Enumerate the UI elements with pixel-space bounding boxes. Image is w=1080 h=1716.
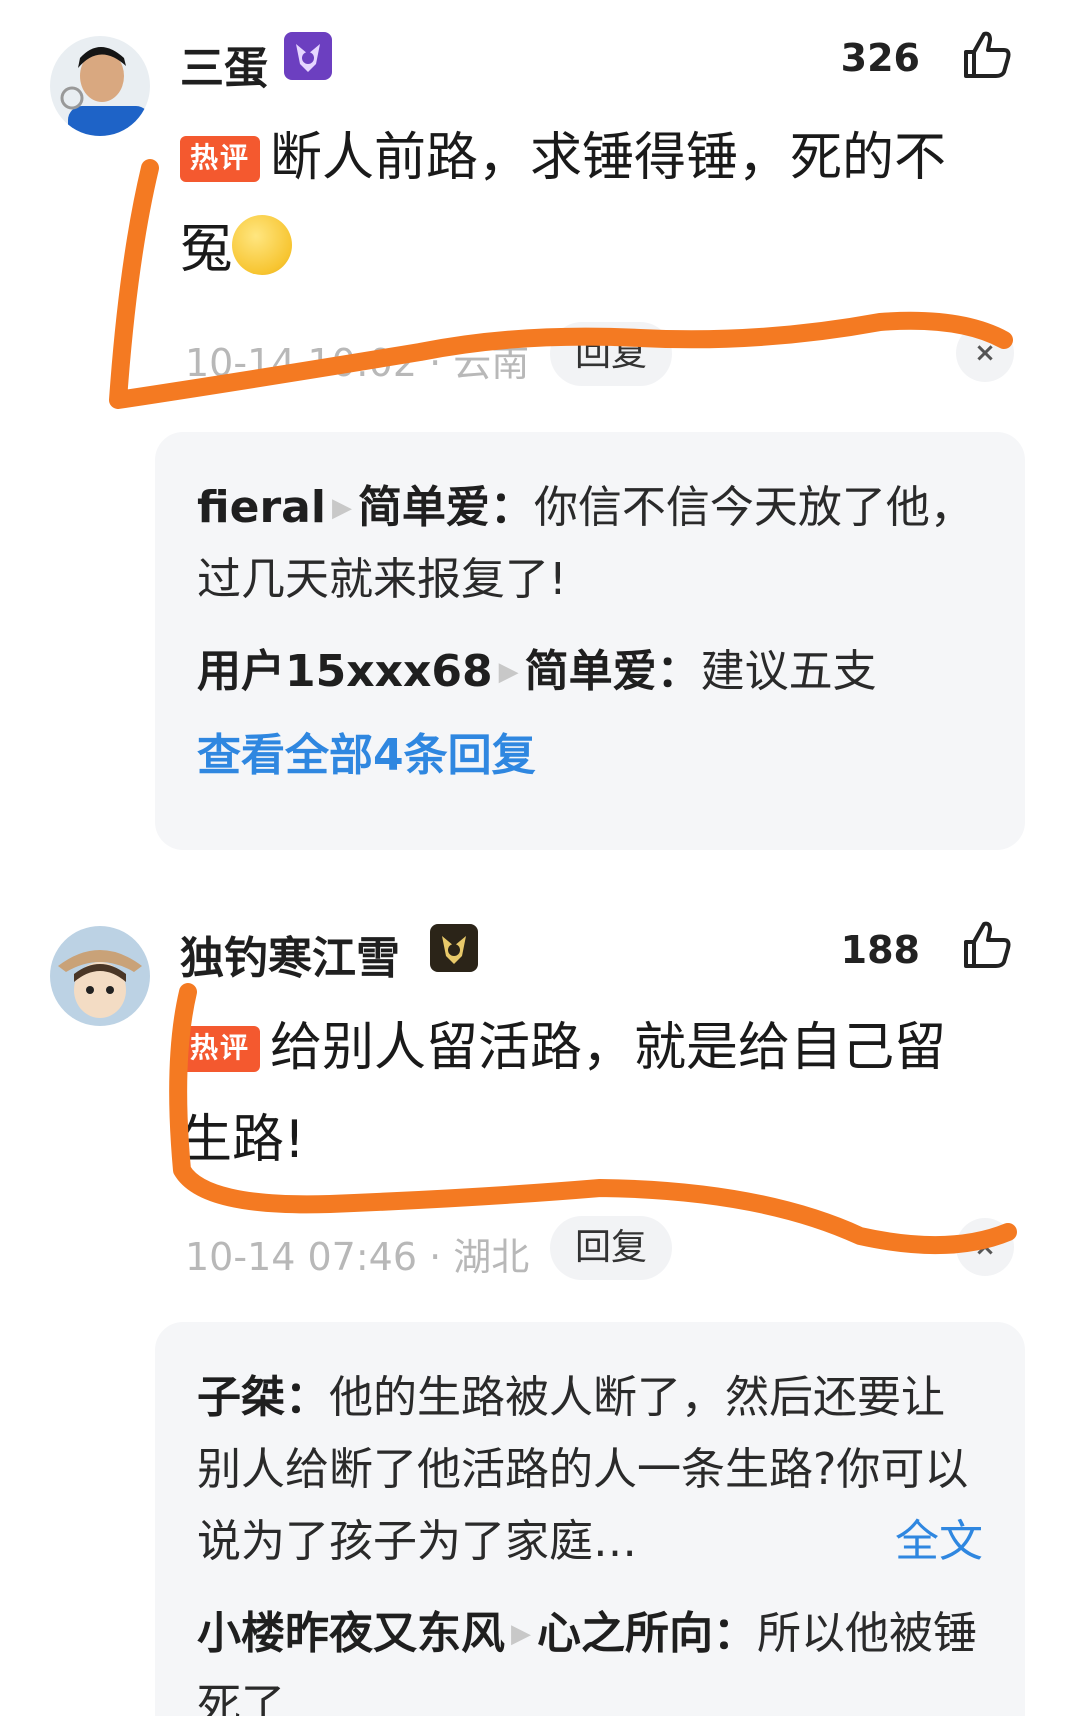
reply-item[interactable]: 子桀：他的生路被人断了，然后还要让别人给断了他活路的人一条生路?你可以说为了孩子… — [197, 1362, 983, 1578]
reply-item[interactable]: 小楼昨夜又东风 ▶ 心之所向：所以他被锤死了 — [197, 1598, 983, 1716]
reply-from[interactable]: fieral — [197, 482, 326, 533]
reply-box: fieral ▶ 简单爱：你信不信今天放了他，过几天就来报复了! 用户15xxx68… — [155, 432, 1025, 850]
medal-badge-icon — [430, 924, 478, 972]
view-all-replies-link[interactable]: 查看全部4条回复 — [197, 720, 983, 792]
arrow-right-icon: ▶ — [511, 1619, 531, 1649]
smile-emoji-icon — [232, 215, 293, 275]
thumbs-up-icon[interactable] — [960, 28, 1014, 82]
avatar[interactable] — [50, 926, 150, 1026]
reply-item[interactable]: fieral ▶ 简单爱：你信不信今天放了他，过几天就来报复了! — [197, 472, 983, 616]
comment-text: 热评 给别人留活路，就是给自己留生路! — [180, 1002, 980, 1186]
reply-to[interactable]: 简单爱 — [525, 646, 657, 697]
colon: ： — [713, 1608, 757, 1659]
comment-text: 热评 断人前路，求锤得锤，死的不冤 — [180, 112, 980, 296]
time-location: 10-14 07:46 · 湖北 — [185, 1235, 530, 1279]
reply-to[interactable]: 简单爱 — [358, 482, 490, 533]
reply-item[interactable]: 用户15xxx68 ▶ 简单爱：建议五支 — [197, 636, 983, 708]
reply-text: 建议五支 — [700, 646, 877, 697]
arrow-right-icon: ▶ — [331, 493, 352, 523]
colon: ： — [489, 482, 534, 533]
arrow-right-icon: ▶ — [498, 657, 519, 687]
reply-box: 子桀：他的生路被人断了，然后还要让别人给断了他活路的人一条生路?你可以说为了孩子… — [155, 1322, 1025, 1716]
close-icon[interactable]: × — [956, 324, 1014, 382]
avatar[interactable] — [50, 36, 150, 136]
thumbs-up-icon[interactable] — [960, 918, 1014, 972]
colon: ： — [656, 646, 701, 697]
colon: ： — [285, 1372, 329, 1423]
reply-button[interactable]: 回复 — [550, 1216, 672, 1280]
reply-from[interactable]: 用户15xxx68 — [197, 646, 493, 697]
comment-body: 断人前路，求锤得锤，死的不冤 — [180, 128, 947, 280]
username[interactable]: 独钓寒江雪 — [180, 922, 400, 986]
time-location: 10-14 10:02 · 云南 — [185, 341, 530, 385]
reply-from[interactable]: 小楼昨夜又东风 — [197, 1608, 505, 1659]
close-icon[interactable]: × — [956, 1218, 1014, 1276]
username[interactable]: 三蛋 — [180, 32, 268, 96]
like-count: 326 — [840, 36, 920, 80]
hot-comment-tag: 热评 — [180, 1026, 261, 1072]
medal-badge-icon — [284, 32, 332, 80]
hot-comment-tag: 热评 — [180, 136, 261, 182]
full-text-link[interactable]: 全文 — [895, 1506, 983, 1578]
like-count: 188 — [840, 928, 920, 972]
reply-button[interactable]: 回复 — [550, 322, 672, 386]
comment-body: 给别人留活路，就是给自己留生路! — [180, 1018, 947, 1170]
reply-to[interactable]: 心之所向 — [537, 1608, 713, 1659]
reply-from[interactable]: 子桀 — [197, 1372, 285, 1423]
